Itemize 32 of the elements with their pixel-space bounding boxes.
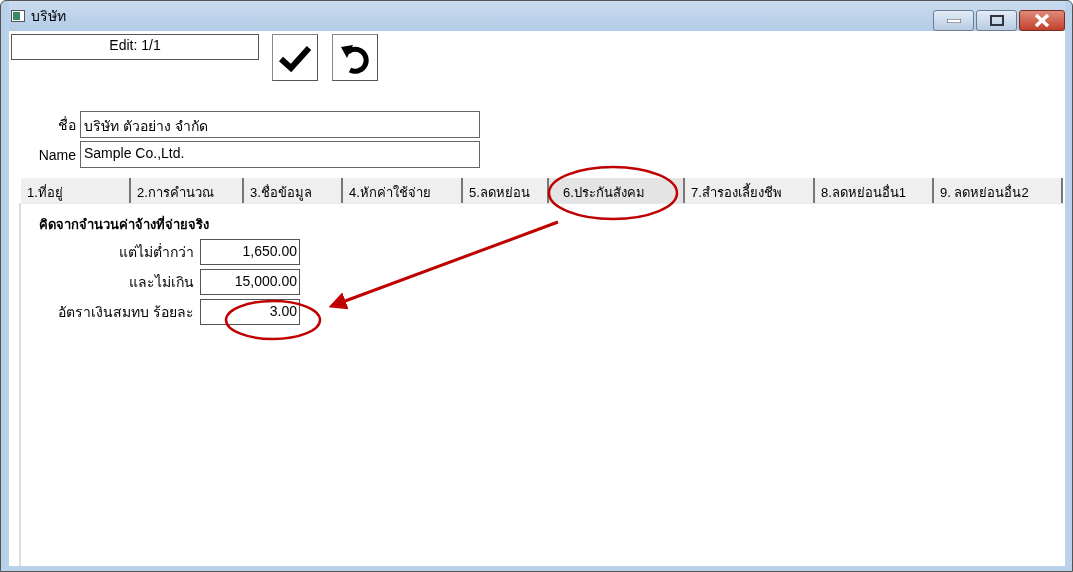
record-indicator: Edit: 1/1: [11, 34, 259, 60]
minimize-button[interactable]: [933, 10, 974, 31]
field-label: อัตราเงินสมทบ ร้อยละ: [57, 303, 195, 322]
tab[interactable]: 4.หักค่าใช้จ่าย: [343, 178, 463, 203]
tab[interactable]: 3.ชื่อข้อมูล: [244, 178, 343, 203]
input-field[interactable]: 3.00: [200, 299, 300, 325]
section-heading: คิดจากจำนวนค่าจ้างที่จ่ายจริง: [39, 214, 210, 234]
input-field[interactable]: บริษัท ตัวอย่าง จำกัด: [80, 111, 480, 138]
save-button[interactable]: [272, 34, 318, 81]
input-field[interactable]: Sample Co.,Ltd.: [80, 141, 480, 168]
close-button[interactable]: [1019, 10, 1065, 31]
field-label: แต่ไม่ต่ำกว่า: [118, 242, 195, 262]
tab[interactable]: 7.สำรองเลี้ยงชีพ: [685, 178, 815, 203]
input-field[interactable]: 15,000.00: [200, 269, 300, 295]
tab[interactable]: 2.การคำนวณ: [131, 178, 244, 203]
app-icon: [11, 10, 25, 22]
close-icon: [1034, 14, 1050, 27]
checkmark-icon: [278, 43, 312, 72]
field-label: ชื่อ: [57, 115, 77, 135]
field-label: และไม่เกิน: [128, 273, 195, 292]
field-label: Name: [37, 146, 77, 163]
tab[interactable]: 1.ที่อยู่: [21, 178, 131, 203]
tab[interactable]: 9. ลดหย่อนอื่น2: [934, 178, 1063, 203]
undo-button[interactable]: [332, 34, 378, 81]
minimize-icon: [946, 18, 961, 23]
input-field[interactable]: 1,650.00: [200, 239, 300, 265]
maximize-button[interactable]: [976, 10, 1017, 31]
maximize-icon: [989, 15, 1004, 26]
tab[interactable]: 8.ลดหย่อนอื่น1: [815, 178, 934, 203]
window-title: บริษัท: [31, 7, 66, 26]
tab[interactable]: 6.ประกันสังคม: [549, 178, 685, 203]
tab[interactable]: 5.ลดหย่อน: [463, 178, 549, 203]
